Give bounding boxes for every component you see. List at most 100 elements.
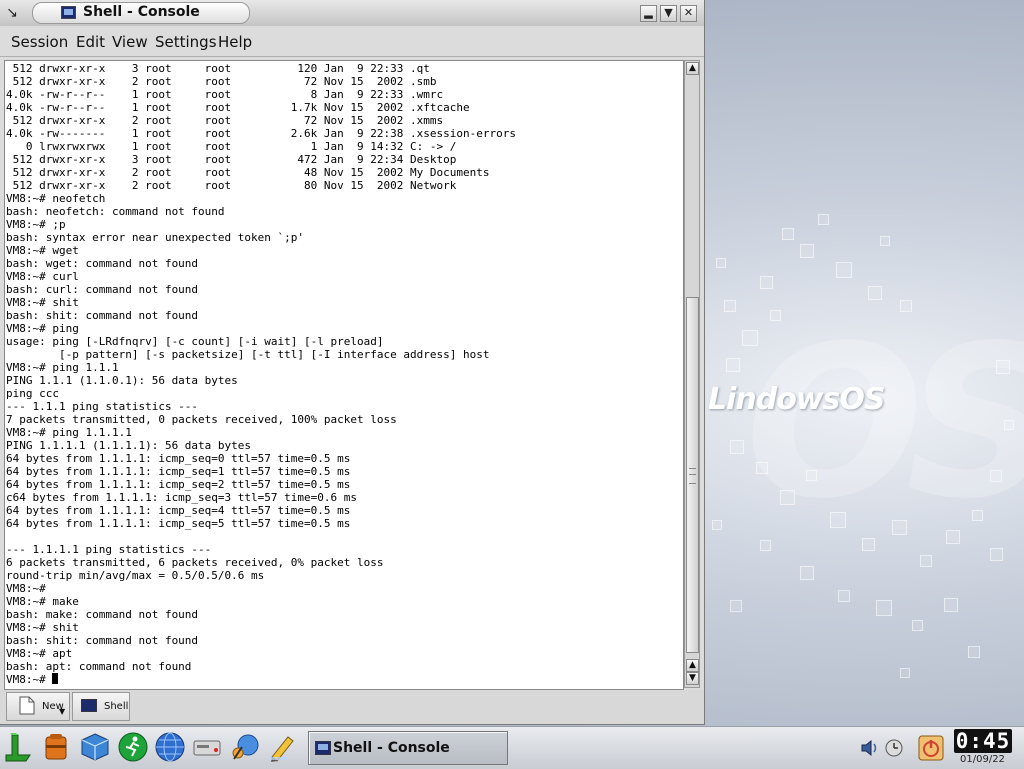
terminal-line: bash: curl: command not found: [6, 283, 199, 296]
terminal-prompt: VM8:~#: [6, 673, 53, 686]
minimize-button[interactable]: ▂: [640, 5, 657, 22]
terminal-line: --- 1.1.1.1 ping statistics ---: [6, 543, 212, 556]
scroll-up-lower-button[interactable]: ▲: [686, 659, 699, 672]
network-icon[interactable]: [228, 731, 260, 763]
terminal-line: VM8:~# ;p: [6, 218, 66, 231]
terminal-line: VM8:~# apt: [6, 647, 73, 660]
terminal-line: [-p pattern] [-s packetsize] [-t ttl] [-…: [58, 348, 490, 361]
terminal-line: 0 lrwxrwxrwx 1 root root 1 Jan 9 14:32 C…: [25, 140, 457, 153]
tab-shell[interactable]: Shell: [72, 692, 130, 721]
close-icon: ✕: [683, 6, 694, 19]
scrollbar-thumb[interactable]: [686, 297, 699, 653]
menu-help[interactable]: Help: [218, 33, 252, 51]
terminal-line: usage: ping [-LRdfnqrv] [-c count] [-i w…: [6, 335, 384, 348]
minimize-icon: ▂: [644, 6, 653, 19]
taskbar-panel: Shell - Console 0:45 01/09/22: [0, 726, 1024, 769]
terminal-line: PING 1.1.1.1 (1.1.1.1): 56 data bytes: [6, 439, 252, 452]
terminal-icon: [315, 741, 331, 755]
terminal-line: VM8:~# ping 1.1.1.1: [6, 426, 132, 439]
terminal-icon: [61, 6, 76, 19]
vertical-scrollbar[interactable]: ▲ ▲ ▼: [684, 60, 700, 688]
terminal-line: bash: apt: command not found: [6, 660, 192, 673]
system-tray: [856, 729, 908, 765]
pencil-icon[interactable]: [266, 731, 298, 763]
terminal-line: round-trip min/avg/max = 0.5/0.5/0.6 ms: [6, 569, 265, 582]
terminal-line: 64 bytes from 1.1.1.1: icmp_seq=4 ttl=57…: [6, 504, 351, 517]
title-pill[interactable]: Shell - Console: [32, 2, 250, 24]
terminal-line: 512 drwxr-xr-x 2 root root 72 Nov 15 200…: [12, 114, 444, 127]
terminal-line: VM8:~# make: [6, 595, 79, 608]
terminal-line: --- 1.1.1 ping statistics ---: [6, 400, 199, 413]
arrow-up-icon: ▲: [689, 660, 696, 670]
menu-session[interactable]: Session: [11, 33, 68, 51]
terminal-icon: [81, 699, 97, 712]
lindows-start-icon[interactable]: [2, 731, 34, 763]
desktop-big-os-watermark: OS: [745, 300, 1024, 545]
window-titlebar[interactable]: ↘ Shell - Console ▂ ▼ ✕: [0, 0, 704, 26]
clock-app-icon[interactable]: [884, 738, 904, 758]
terminal-line: PING 1.1.1 (1.1.0.1): 56 data bytes: [6, 374, 238, 387]
terminal-line: 4.0k -rw------- 1 root root 2.6k Jan 9 2…: [6, 127, 516, 140]
lindows-logo-text: LindowsOS: [708, 382, 886, 417]
terminal-line: ping ccc: [6, 387, 59, 400]
terminal-line: VM8:~# shit: [6, 621, 79, 634]
terminal-output[interactable]: 512 drwxr-xr-x 3 root root 120 Jan 9 22:…: [4, 60, 684, 690]
scroll-down-button[interactable]: ▼: [686, 672, 699, 685]
globe-icon[interactable]: [154, 731, 186, 763]
window-menu-icon[interactable]: ↘: [2, 3, 22, 23]
maximize-button[interactable]: ▼: [660, 5, 677, 22]
menu-view[interactable]: View: [112, 33, 148, 51]
terminal-line: 64 bytes from 1.1.1.1: icmp_seq=0 ttl=57…: [6, 452, 351, 465]
cube-icon[interactable]: [79, 731, 111, 763]
clock-date: 01/09/22: [960, 754, 1005, 765]
taskbar-button-shell-console[interactable]: Shell - Console: [308, 731, 508, 765]
arrow-up-icon: ▲: [689, 63, 696, 73]
terminal-line: bash: wget: command not found: [6, 257, 199, 270]
terminal-line: bash: shit: command not found: [6, 634, 199, 647]
speaker-icon[interactable]: [860, 738, 880, 758]
toolbox-icon[interactable]: [40, 731, 72, 763]
clock-time: 0:45: [954, 729, 1012, 753]
terminal-line: VM8:~# neofetch: [6, 192, 106, 205]
console-window: ↘ Shell - Console ▂ ▼ ✕ Session Edit Vie…: [0, 0, 705, 725]
terminal-line: 512 drwxr-xr-x 3 root root 120 Jan 9 22:…: [12, 62, 430, 75]
terminal-line: VM8:~# ping: [6, 322, 79, 335]
terminal-line: bash: syntax error near unexpected token…: [6, 231, 305, 244]
terminal-line: 4.0k -rw-r--r-- 1 root root 1.7k Nov 15 …: [6, 101, 470, 114]
terminal-line: VM8:~# shit: [6, 296, 79, 309]
menu-settings[interactable]: Settings: [155, 33, 217, 51]
terminal-line: 512 drwxr-xr-x 2 root root 72 Nov 15 200…: [12, 75, 437, 88]
menubar: Session Edit View Settings Help: [0, 26, 704, 57]
terminal-line: 512 drwxr-xr-x 3 root root 472 Jan 9 22:…: [12, 153, 457, 166]
new-session-button[interactable]: New ▼: [6, 692, 70, 721]
terminal-lines: 512 drwxr-xr-x 3 root root 120 Jan 9 22:…: [6, 62, 516, 686]
grip-icon: [689, 468, 696, 484]
terminal-line: VM8:~# ping 1.1.1: [6, 361, 119, 374]
maximize-icon: ▼: [664, 6, 673, 19]
taskbar-clock[interactable]: 0:45 01/09/22: [952, 729, 1016, 765]
chevron-down-icon: ▼: [59, 707, 66, 716]
menu-edit[interactable]: Edit: [76, 33, 105, 51]
arrow-down-icon: ▼: [689, 673, 696, 683]
shell-tab-label: Shell: [104, 701, 129, 712]
new-document-icon: [19, 696, 35, 715]
terminal-line: VM8:~# wget: [6, 244, 79, 257]
terminal-line: 4.0k -rw-r--r-- 1 root root 8 Jan 9 22:3…: [6, 88, 444, 101]
terminal-line: 64 bytes from 1.1.1.1: icmp_seq=5 ttl=57…: [6, 517, 351, 530]
terminal-line: 7 packets transmitted, 0 packets receive…: [6, 413, 397, 426]
terminal-line: c64 bytes from 1.1.1.1: icmp_seq=3 ttl=5…: [6, 491, 357, 504]
terminal-line: bash: make: command not found: [6, 608, 199, 621]
terminal-line: bash: shit: command not found: [6, 309, 199, 322]
power-icon[interactable]: [918, 735, 944, 761]
terminal-line: bash: neofetch: command not found: [6, 205, 225, 218]
terminal-line: 64 bytes from 1.1.1.1: icmp_seq=2 ttl=57…: [6, 478, 351, 491]
drive-icon[interactable]: [191, 731, 223, 763]
taskbar-button-label: Shell - Console: [333, 740, 450, 756]
scroll-up-button[interactable]: ▲: [686, 62, 699, 75]
runner-icon[interactable]: [117, 731, 149, 763]
terminal-line: 6 packets transmitted, 6 packets receive…: [6, 556, 384, 569]
terminal-line: 64 bytes from 1.1.1.1: icmp_seq=1 ttl=57…: [6, 465, 351, 478]
window-title: Shell - Console: [83, 4, 200, 20]
terminal-line: 512 drwxr-xr-x 2 root root 80 Nov 15 200…: [12, 179, 457, 192]
close-button[interactable]: ✕: [680, 5, 697, 22]
